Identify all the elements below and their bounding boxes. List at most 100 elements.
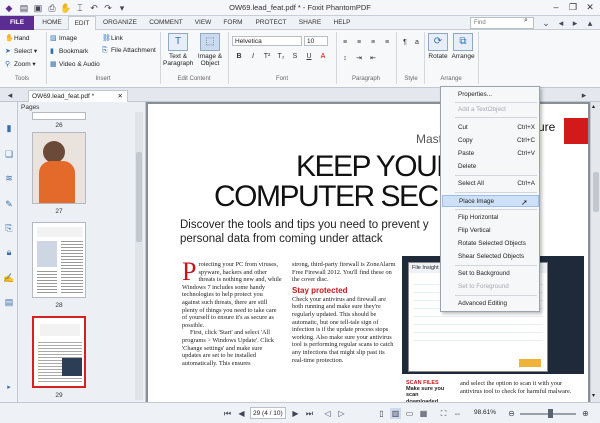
previous-view-icon[interactable]: ◁: [322, 408, 333, 419]
zoom-in-icon[interactable]: ⊕: [580, 408, 591, 419]
search-options-icon[interactable]: ⌄: [540, 17, 552, 29]
pages-scrollbar-thumb[interactable]: [136, 152, 142, 242]
menu-item-advanced-editing[interactable]: Advanced Editing: [442, 298, 539, 310]
tab-view[interactable]: VIEW: [190, 16, 216, 30]
page-thumbnail-26[interactable]: [32, 112, 86, 120]
fit-page-icon[interactable]: ⛶: [438, 408, 449, 419]
body-column-1[interactable]: P rotecting your PC from viruses, spywar…: [182, 261, 282, 391]
scroll-down-icon[interactable]: ▾: [592, 392, 595, 399]
tab-edit[interactable]: EDIT: [68, 16, 96, 31]
zoom-level[interactable]: 98.61%: [474, 409, 496, 416]
comments-panel-icon[interactable]: ✎: [3, 198, 15, 210]
tab-scroll-right-icon[interactable]: ▸: [578, 89, 590, 101]
pages-panel-icon[interactable]: ❏: [3, 148, 15, 160]
menu-item-properties[interactable]: Properties...: [442, 89, 539, 101]
next-view-icon[interactable]: ▷: [336, 408, 347, 419]
screenshot-caption[interactable]: SCAN FILES Make sure you scan downloaded…: [406, 380, 450, 402]
line-spacing-icon[interactable]: ↕: [340, 54, 350, 64]
tab-organize[interactable]: ORGANIZE: [98, 16, 142, 30]
text-paragraph-button[interactable]: T Text & Paragraph: [163, 33, 193, 67]
page-thumbnail-27[interactable]: [32, 132, 86, 204]
page-thumbnail-29-selected[interactable]: [32, 316, 86, 388]
style-icon[interactable]: ¶: [400, 38, 410, 48]
text-color-icon[interactable]: A: [318, 52, 328, 62]
fit-width-icon[interactable]: ⇔: [452, 408, 463, 419]
indent-icon[interactable]: ⇥: [354, 54, 364, 64]
body-column-4[interactable]: and select the option to scan it with yo…: [460, 380, 584, 402]
headline-line-1[interactable]: KEEP YOUR: [296, 152, 458, 182]
bold-icon[interactable]: B: [234, 52, 244, 62]
document-vertical-scrollbar[interactable]: ▴ ▾: [590, 102, 600, 402]
ribbon-collapse-icon[interactable]: ▴: [584, 17, 596, 29]
font-name-select[interactable]: Helvetica: [232, 36, 302, 46]
menu-item-rotate-selected[interactable]: Rotate Selected Objects: [442, 238, 539, 250]
rotate-button[interactable]: ⟳ Rotate: [427, 33, 449, 60]
arrange-button[interactable]: ⧉ Arrange: [451, 33, 475, 60]
zoom-slider-handle[interactable]: [548, 409, 553, 418]
document-tab[interactable]: OW69.lead_feat.pdf * ✕: [28, 90, 128, 102]
headline-line-2[interactable]: COMPUTER SEC: [214, 182, 439, 212]
document-scrollbar-thumb[interactable]: [593, 172, 599, 212]
align-justify-icon[interactable]: ≡: [382, 38, 392, 48]
tab-share[interactable]: SHARE: [294, 16, 326, 30]
panel-collapse-icon[interactable]: ▸: [3, 382, 15, 394]
menu-item-flip-vertical[interactable]: Flip Vertical: [442, 225, 539, 237]
facing-view-icon[interactable]: ▭: [404, 408, 415, 419]
superscript-icon[interactable]: T²: [262, 52, 272, 62]
tab-list-icon[interactable]: ◂: [4, 89, 16, 101]
strikethrough-icon[interactable]: S: [290, 52, 300, 62]
tab-help[interactable]: HELP: [328, 16, 356, 30]
insert-image-button[interactable]: ▨ Image: [50, 34, 77, 42]
body-column-2[interactable]: strong, third-party firewall is ZoneAlar…: [292, 261, 396, 391]
standfirst-line-2[interactable]: personal data from coming under attack: [180, 233, 383, 246]
menu-item-set-to-background[interactable]: Set to Background: [442, 268, 539, 280]
last-page-icon[interactable]: ⏭: [304, 408, 315, 419]
align-center-icon[interactable]: ≡: [354, 38, 364, 48]
menu-item-select-all[interactable]: Select All Ctrl+A: [442, 178, 539, 190]
next-result-icon[interactable]: ▸: [569, 17, 581, 29]
insert-video-audio-button[interactable]: ▦ Video & Audio: [50, 60, 100, 68]
tab-protect[interactable]: PROTECT: [250, 16, 292, 30]
tab-form[interactable]: FORM: [218, 16, 248, 30]
first-page-icon[interactable]: ⏮: [222, 408, 233, 419]
attachments-panel-icon[interactable]: ⎘: [3, 222, 15, 234]
insert-link-button[interactable]: ⛓Link: [102, 34, 123, 42]
underline-icon[interactable]: U: [304, 52, 314, 62]
continuous-facing-view-icon[interactable]: ▦: [418, 408, 429, 419]
menu-item-copy[interactable]: Copy Ctrl+C: [442, 135, 539, 147]
scroll-up-icon[interactable]: ▴: [592, 103, 595, 110]
subscript-icon[interactable]: T₂: [276, 52, 286, 62]
restore-icon[interactable]: ❐: [565, 1, 581, 14]
menu-item-paste[interactable]: Paste Ctrl+V: [442, 148, 539, 160]
bookmarks-panel-icon[interactable]: ▮: [3, 122, 15, 134]
align-right-icon[interactable]: ≡: [368, 38, 378, 48]
previous-page-icon[interactable]: ◀: [236, 408, 247, 419]
pages-scrollbar[interactable]: [135, 112, 143, 400]
zoom-tool[interactable]: ⚲ Zoom ▾: [5, 60, 36, 68]
menu-item-cut[interactable]: Cut Ctrl+X: [442, 122, 539, 134]
single-page-view-icon[interactable]: ▯: [376, 408, 387, 419]
image-object-button[interactable]: ⬚ Image & Object: [195, 33, 225, 67]
zoom-out-icon[interactable]: ⊖: [506, 408, 517, 419]
insert-file-attachment-button[interactable]: ⎘ File Attachment: [102, 47, 156, 55]
security-panel-icon[interactable]: 🔒︎: [3, 246, 15, 258]
search-icon[interactable]: ⌕: [524, 17, 528, 25]
layers-panel-icon[interactable]: ≋: [3, 172, 15, 184]
outdent-icon[interactable]: ⇤: [368, 54, 378, 64]
menu-item-delete[interactable]: Delete: [442, 161, 539, 173]
align-left-icon[interactable]: ≡: [340, 38, 350, 48]
content-panel-icon[interactable]: ▤: [3, 296, 15, 308]
signature-panel-icon[interactable]: ✍: [3, 272, 15, 284]
menu-item-place-image[interactable]: Place Image ➚: [442, 195, 539, 207]
page-number-input[interactable]: 29 (4 / 10): [250, 407, 286, 419]
font-size-select[interactable]: 10: [304, 36, 328, 46]
continuous-view-icon[interactable]: ▥: [390, 408, 401, 419]
tab-comment[interactable]: COMMENT: [144, 16, 188, 30]
minimize-icon[interactable]: –: [548, 1, 564, 14]
menu-item-flip-horizontal[interactable]: Flip Horizontal: [442, 212, 539, 224]
tab-file[interactable]: FILE: [0, 16, 34, 30]
italic-icon[interactable]: I: [248, 52, 258, 62]
close-tab-icon[interactable]: ✕: [118, 91, 123, 102]
character-spacing-icon[interactable]: a: [412, 38, 422, 48]
hand-tool[interactable]: ✋Hand: [5, 34, 30, 42]
